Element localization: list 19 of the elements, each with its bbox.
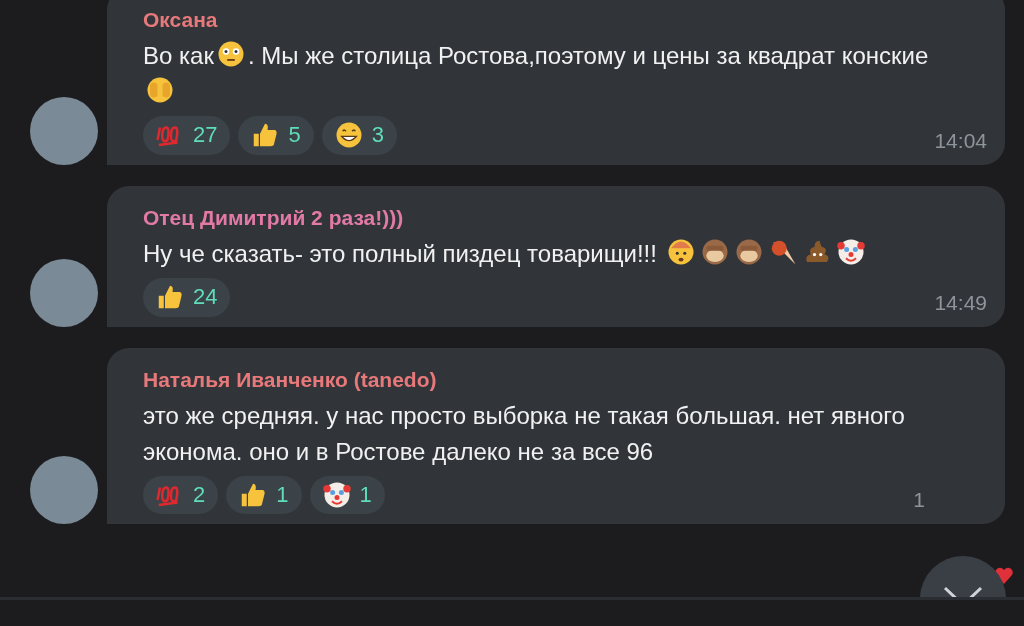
message-time: 14:49 [934,289,987,316]
covered-face-icon [145,75,175,105]
author-name[interactable]: Отец Димитрий 2 раза!))) [143,199,987,236]
reaction-button[interactable]: 27 [143,116,231,155]
reaction-button[interactable]: 1 [226,475,302,515]
reaction-button[interactable]: 2 [143,475,219,515]
message-text: Ну че сказать- это полный пиздец товарищи!!! [143,239,658,267]
message-time: 14:04 [934,127,987,154]
message-text: это же средняя. у нас просто выборка не такая большая. нет явного эконома. оно и в Ростове далеко не за все 96 [143,401,905,465]
clown-face-icon [321,480,352,510]
reaction-button[interactable]: 5 [238,116,314,155]
reaction-button[interactable]: 1 [309,475,385,515]
reaction-button[interactable]: 3 [321,116,397,155]
message-time: 1 [913,487,925,514]
message-text: . Мы же столица Ростова,поэтому и цены за квадрат конские [247,42,929,69]
reaction-button[interactable]: 24 [143,277,231,317]
author-name[interactable]: Оксана [143,2,987,38]
message-text: Во как [143,42,214,69]
author-name[interactable]: Наталья Иванченко (tanedo) [143,361,987,398]
